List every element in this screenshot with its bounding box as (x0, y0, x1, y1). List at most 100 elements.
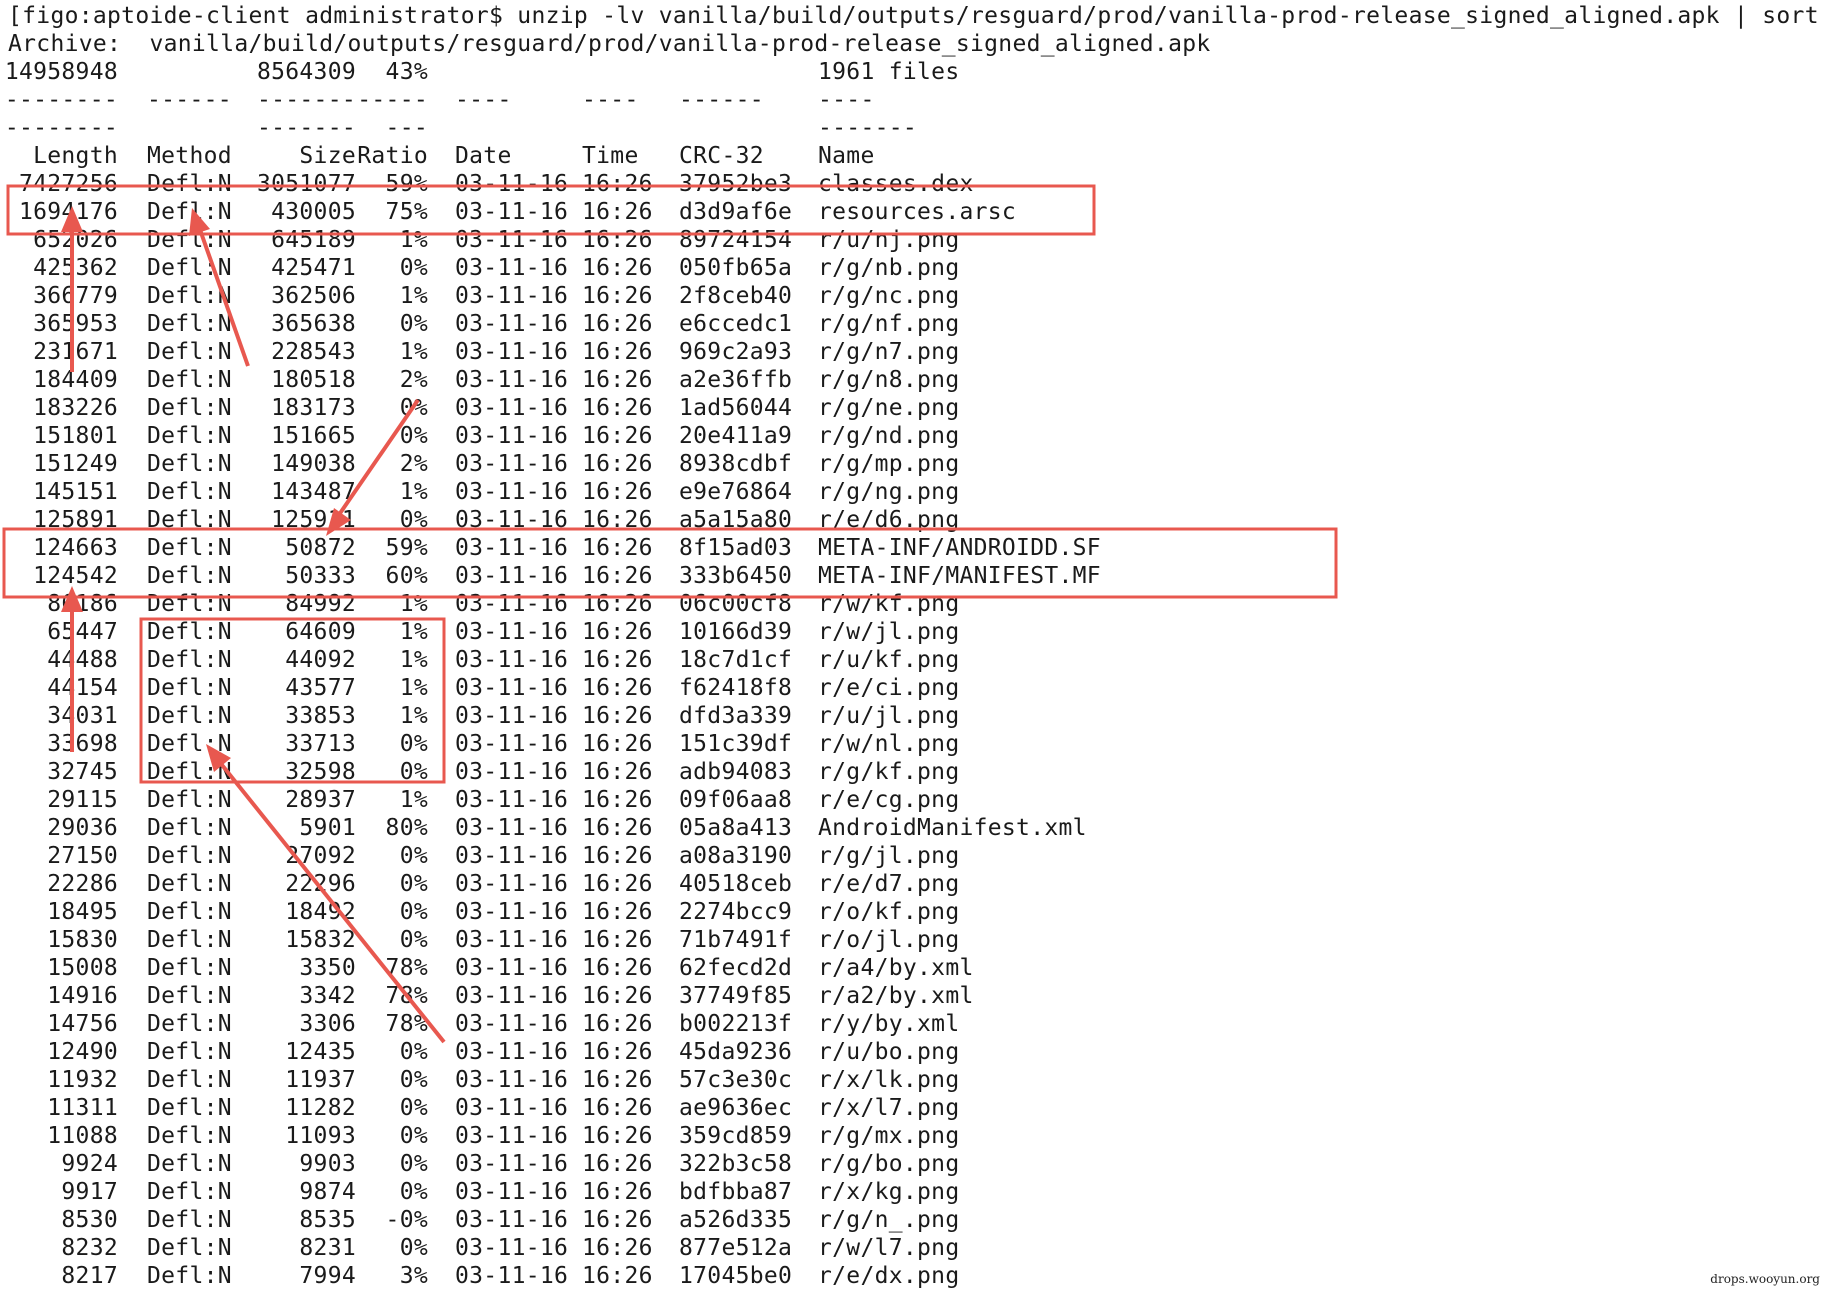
archive-line: Archive: vanilla/build/outputs/resguard/… (8, 31, 1211, 57)
row-crc: 877e512a (679, 1235, 793, 1261)
row-date: 03-11-16 (455, 1067, 569, 1093)
row-length: 151801 (33, 423, 118, 449)
row-date: 03-11-16 (455, 535, 569, 561)
row-crc: a526d335 (679, 1207, 793, 1233)
row-date: 03-11-16 (455, 423, 569, 449)
row-ratio: 0% (399, 1151, 428, 1177)
row-ratio: 1% (399, 479, 428, 505)
row-name: r/g/kf.png (818, 759, 960, 785)
row-crc: e6ccedc1 (679, 311, 793, 337)
row-length: 145151 (33, 479, 118, 505)
row-length: 27150 (47, 843, 118, 869)
row-date: 03-11-16 (455, 703, 569, 729)
row-length: 8232 (61, 1235, 118, 1261)
row-crc: 62fecd2d (679, 955, 793, 981)
row-crc: 2f8ceb40 (679, 283, 793, 309)
row-crc: a5a15a80 (679, 507, 793, 533)
row-crc: adb94083 (679, 759, 793, 785)
row-length: 151249 (33, 451, 118, 477)
row-name: r/w/nl.png (818, 731, 960, 757)
row-time: 16:26 (582, 1067, 653, 1093)
row-length: 124663 (33, 535, 118, 561)
row-date: 03-11-16 (455, 871, 569, 897)
header-ratio: Ratio (357, 143, 428, 169)
row-ratio: 0% (399, 899, 428, 925)
row-name: r/g/nb.png (818, 255, 960, 281)
row-time: 16:26 (582, 479, 653, 505)
row-name: r/g/n7.png (818, 339, 960, 365)
row-time: 16:26 (582, 507, 653, 533)
row-time: 16:26 (582, 283, 653, 309)
watermark: drops.wooyun.org (1710, 1272, 1820, 1286)
row-time: 16:26 (582, 703, 653, 729)
command-prompt-line: [figo:aptoide-client administrator$ unzi… (8, 3, 1830, 29)
row-crc: 050fb65a (679, 255, 793, 281)
row-crc: 359cd859 (679, 1123, 793, 1149)
dash-crc: ------ (679, 87, 764, 113)
row-name: classes.dex (818, 171, 974, 197)
row-name: r/g/ne.png (818, 395, 960, 421)
row-crc: 17045be0 (679, 1263, 793, 1289)
row-date: 03-11-16 (455, 647, 569, 673)
row-crc: 2274bcc9 (679, 899, 793, 925)
row-name: r/u/jl.png (818, 703, 960, 729)
row-date: 03-11-16 (455, 1151, 569, 1177)
row-name: r/w/l7.png (818, 1235, 960, 1261)
row-date: 03-11-16 (455, 759, 569, 785)
row-date: 03-11-16 (455, 507, 569, 533)
row-ratio: 78% (385, 983, 428, 1009)
summary-ratio: 43% (385, 59, 428, 85)
row-time: 16:26 (582, 171, 653, 197)
summary-files: 1961 files (818, 59, 960, 85)
row-crc: 10166d39 (679, 619, 793, 645)
row-date: 03-11-16 (455, 1235, 569, 1261)
row-name: r/g/n_.png (818, 1207, 960, 1233)
row-ratio: 1% (399, 675, 428, 701)
row-length: 11311 (47, 1095, 118, 1121)
row-name: r/a2/by.xml (818, 983, 974, 1009)
row-name: r/o/kf.png (818, 899, 960, 925)
row-time: 16:26 (582, 395, 653, 421)
row-name: r/g/nd.png (818, 423, 960, 449)
row-date: 03-11-16 (455, 787, 569, 813)
row-length: 365953 (33, 311, 118, 337)
row-time: 16:26 (582, 535, 653, 561)
row-time: 16:26 (582, 255, 653, 281)
row-time: 16:26 (582, 1179, 653, 1205)
row-ratio: 1% (399, 703, 428, 729)
row-length: 8530 (61, 1207, 118, 1233)
row-date: 03-11-16 (455, 619, 569, 645)
row-ratio: 0% (399, 871, 428, 897)
row-date: 03-11-16 (455, 591, 569, 617)
row-ratio: 0% (399, 731, 428, 757)
row-length: 7427256 (18, 171, 118, 197)
row-ratio: 59% (385, 171, 428, 197)
row-time: 16:26 (582, 367, 653, 393)
row-date: 03-11-16 (455, 283, 569, 309)
dash2-length: -------- (4, 115, 118, 141)
row-name: r/g/ng.png (818, 479, 960, 505)
row-ratio: 0% (399, 507, 428, 533)
row-crc: 20e411a9 (679, 423, 793, 449)
row-name: r/g/nf.png (818, 311, 960, 337)
row-crc: 969c2a93 (679, 339, 793, 365)
row-date: 03-11-16 (455, 955, 569, 981)
row-length: 183226 (33, 395, 118, 421)
row-date: 03-11-16 (455, 367, 569, 393)
row-name: r/e/d6.png (818, 507, 960, 533)
row-length: 125891 (33, 507, 118, 533)
row-date: 03-11-16 (455, 927, 569, 953)
row-time: 16:26 (582, 1207, 653, 1233)
row-ratio: 3% (399, 1263, 428, 1289)
row-length: 32745 (47, 759, 118, 785)
row-length: 8217 (61, 1263, 118, 1289)
row-length: 14756 (47, 1011, 118, 1037)
terminal-window[interactable]: [figo:aptoide-client administrator$ unzi… (0, 0, 1830, 1292)
row-ratio: 0% (399, 1039, 428, 1065)
row-date: 03-11-16 (455, 983, 569, 1009)
row-date: 03-11-16 (455, 451, 569, 477)
row-ratio: 78% (385, 955, 428, 981)
row-name: r/w/jl.png (818, 619, 960, 645)
row-date: 03-11-16 (455, 255, 569, 281)
row-crc: a2e36ffb (679, 367, 793, 393)
